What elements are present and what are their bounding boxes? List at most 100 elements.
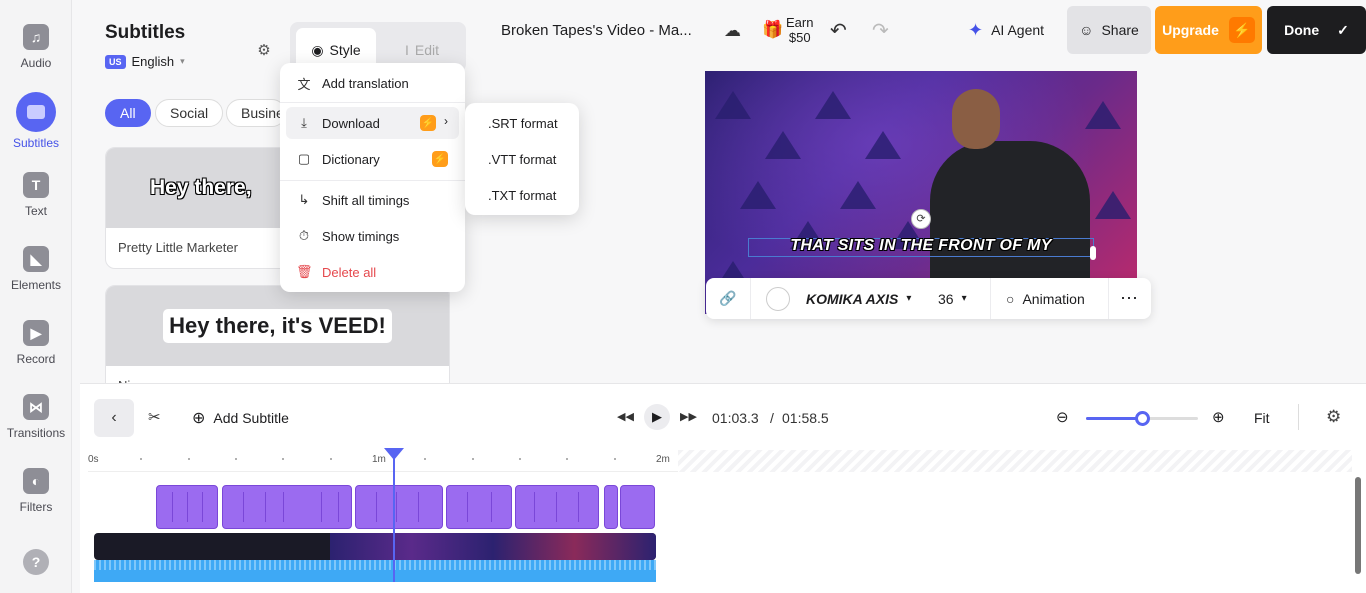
help-button[interactable]: ? <box>0 549 72 581</box>
book-icon: ▢ <box>297 151 311 166</box>
sliders-icon[interactable]: ⚙ <box>254 41 274 61</box>
done-button[interactable]: Done ✓ <box>1267 6 1366 54</box>
subtitle-clip[interactable] <box>222 485 352 529</box>
menu-item-add-translation[interactable]: 文 Add translation <box>286 67 459 99</box>
font-label: KOMIKA AXIS <box>806 290 899 307</box>
rail-item-filters[interactable]: ◐ Filters <box>0 468 72 514</box>
share-label: Share <box>1101 22 1139 38</box>
rail-item-transitions[interactable]: ⋈ Transitions <box>0 394 72 440</box>
add-subtitle-button[interactable]: ⊕ Add Subtitle <box>192 408 289 428</box>
settings-gear-icon[interactable]: ⚙ <box>1326 407 1341 427</box>
ai-agent-label: AI Agent <box>991 22 1045 38</box>
subtitle-clip[interactable] <box>156 485 218 529</box>
filter-chip-social[interactable]: Social <box>155 99 224 127</box>
filter-chip-all[interactable]: All <box>105 99 151 127</box>
earn-button[interactable]: Earn $50 <box>786 15 813 45</box>
left-rail: ♫ Audio Subtitles T Text ◣ Elements ▶ Re… <box>0 0 72 593</box>
rail-item-audio[interactable]: ♫ Audio <box>0 24 72 70</box>
audio-waveform <box>94 560 656 570</box>
menu-item-delete-all[interactable]: 🗑 Delete all <box>286 256 459 288</box>
rail-item-record[interactable]: ▶ Record <box>0 320 72 366</box>
subtitle-clip[interactable] <box>515 485 599 529</box>
redo-icon[interactable]: ↷ <box>872 18 889 43</box>
undo-icon[interactable]: ↶ <box>830 18 847 43</box>
menu-item-shift-timings[interactable]: ↳ Shift all timings <box>286 184 459 216</box>
menu-item-dictionary[interactable]: ▢ Dictionary ⚡ <box>286 143 459 175</box>
fit-button[interactable]: Fit <box>1254 410 1270 426</box>
time-separator: / <box>770 410 774 426</box>
filter-chip-business[interactable]: Busine <box>226 99 286 127</box>
link-icon[interactable]: 🔗 <box>718 278 738 319</box>
upgrade-label: Upgrade <box>1162 22 1219 38</box>
menu-item-label: Add translation <box>322 75 409 91</box>
rail-item-text[interactable]: T Text <box>0 172 72 218</box>
subtitle-clip[interactable] <box>620 485 655 529</box>
subtitles-icon <box>16 92 56 132</box>
zoom-slider-thumb[interactable] <box>1135 411 1150 426</box>
background-shape <box>815 91 851 119</box>
arrow-turn-icon: ↳ <box>298 192 310 207</box>
submenu-item-txt[interactable]: .TXT format <box>488 188 556 203</box>
menu-item-label: Shift all timings <box>322 192 410 208</box>
font-size-selector[interactable]: 36 ▾ <box>938 278 967 319</box>
tab-label: Style <box>329 42 361 58</box>
add-subtitle-label: Add Subtitle <box>213 410 289 426</box>
collapse-timeline-button[interactable]: ‹ <box>94 399 134 437</box>
background-shape <box>840 181 876 209</box>
resize-handle[interactable] <box>1090 246 1096 260</box>
video-track[interactable] <box>94 533 656 560</box>
style-card[interactable]: Hey there, it's VEED! Ni <box>105 285 450 395</box>
rotate-handle-icon[interactable]: ⟳ <box>911 209 931 229</box>
rail-item-subtitles[interactable]: Subtitles <box>0 92 72 150</box>
submenu-item-srt[interactable]: .SRT format <box>488 116 558 131</box>
share-button[interactable]: ☺ Share <box>1067 6 1151 54</box>
chevron-right-icon: › <box>444 114 448 128</box>
tab-label: Edit <box>414 42 439 58</box>
chevron-down-icon: ▾ <box>180 56 185 66</box>
zoom-out-icon[interactable]: ⊖ <box>1056 408 1069 426</box>
play-button[interactable]: ▶ <box>644 404 670 430</box>
music-note-icon: ♫ <box>23 24 49 50</box>
fast-forward-icon[interactable]: ▶▶ <box>680 410 697 423</box>
menu-item-show-timings[interactable]: ⏱ Show timings <box>286 220 459 252</box>
scissors-icon[interactable]: ✂ <box>148 408 161 426</box>
vertical-scrollbar[interactable] <box>1355 477 1361 574</box>
style-card-preview: Hey there, it's VEED! <box>106 286 449 366</box>
subtitle-clip[interactable] <box>604 485 618 529</box>
upgrade-button[interactable]: Upgrade ⚡ <box>1155 6 1262 54</box>
lightning-icon: ⚡ <box>432 151 448 167</box>
total-time: 01:58.5 <box>782 410 829 426</box>
color-picker[interactable] <box>766 278 790 319</box>
zoom-in-icon[interactable]: ⊕ <box>1212 408 1225 426</box>
rail-item-elements[interactable]: ◣ Elements <box>0 246 72 292</box>
gift-icon: 🎁 <box>762 20 784 39</box>
playhead[interactable] <box>393 452 395 582</box>
subtitle-clip[interactable] <box>446 485 512 529</box>
submenu-item-vtt[interactable]: .VTT format <box>488 152 556 167</box>
font-selector[interactable]: KOMIKA AXIS ▾ <box>806 278 911 319</box>
playhead-handle[interactable] <box>384 448 404 460</box>
chevron-down-icon: ▾ <box>906 293 912 304</box>
background-shape <box>715 91 751 119</box>
shapes-icon: ◣ <box>23 246 49 272</box>
project-title[interactable]: Broken Tapes's Video - Ma... <box>501 22 692 39</box>
audio-waveform-track[interactable] <box>94 560 656 582</box>
ruler-tick <box>614 458 616 460</box>
menu-divider <box>280 102 465 103</box>
toolbar-divider <box>1298 404 1299 430</box>
animation-label: Animation <box>1022 290 1085 307</box>
caption-text[interactable]: THAT SITS IN THE FRONT OF MY <box>748 237 1094 255</box>
language-flag-badge: US <box>105 54 126 69</box>
ruler-tick <box>282 458 284 460</box>
rewind-icon[interactable]: ◀◀ <box>617 410 634 423</box>
ai-agent-button[interactable]: ✦ AI Agent <box>968 16 1044 44</box>
zoom-slider[interactable] <box>1086 411 1198 426</box>
menu-item-download[interactable]: ⤓ Download ⚡ › <box>286 107 459 139</box>
more-options-icon[interactable]: ⋯ <box>1120 278 1138 319</box>
language-selector[interactable]: US English ▾ <box>105 54 185 69</box>
animation-button[interactable]: ○ Animation <box>1006 278 1085 319</box>
download-icon: ⤓ <box>301 115 307 130</box>
subtitle-clip[interactable] <box>355 485 443 529</box>
lightning-icon: ⚡ <box>420 115 436 131</box>
help-icon: ? <box>23 549 49 575</box>
